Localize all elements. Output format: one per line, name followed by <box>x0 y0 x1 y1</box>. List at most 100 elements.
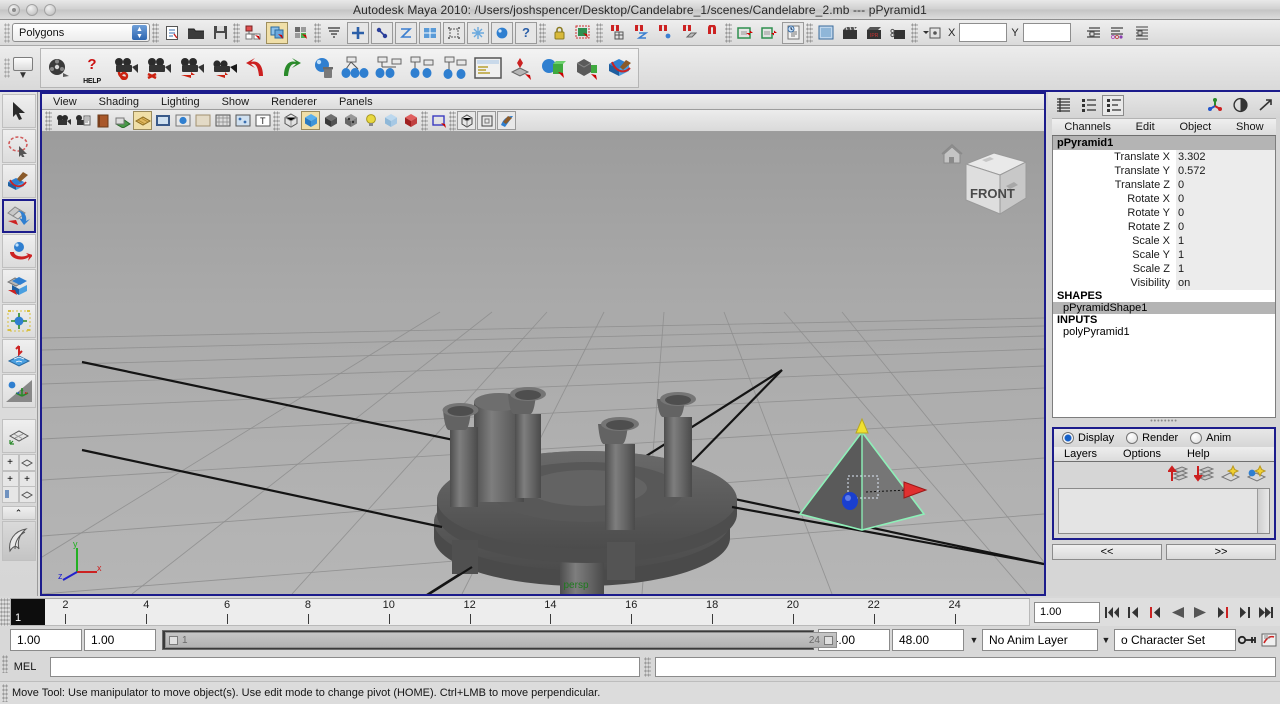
channel-row-scale-y[interactable]: Scale Y 1 <box>1053 248 1275 262</box>
command-input[interactable] <box>50 657 640 677</box>
animation-preferences-icon[interactable] <box>1258 630 1280 650</box>
channels-menu[interactable]: Channels <box>1064 121 1110 133</box>
viewport-toolbar-gripper[interactable] <box>45 110 52 131</box>
channel-box-combined-icon[interactable] <box>1102 94 1124 116</box>
command-line-gripper[interactable] <box>2 655 8 673</box>
object-menu[interactable]: Object <box>1179 121 1211 133</box>
smooth-shade-all-icon[interactable] <box>301 111 320 130</box>
panel-splitter[interactable]: •••••••• <box>1048 418 1280 427</box>
input-connections-icon[interactable] <box>734 22 756 44</box>
hardware-texturing-icon[interactable] <box>401 111 420 130</box>
viewport-menu-show[interactable]: Show <box>211 96 261 108</box>
field-chart-icon[interactable] <box>213 111 232 130</box>
snap-to-plane-icon[interactable] <box>677 22 699 44</box>
scale-tool[interactable] <box>1 269 36 303</box>
surfaces-mask-icon[interactable] <box>419 21 441 44</box>
render-settings-icon[interactable]: IPR <box>863 22 885 44</box>
camera-delete-icon[interactable] <box>142 51 174 85</box>
persp-outliner-layout[interactable] <box>18 454 36 471</box>
image-plane-icon[interactable] <box>113 111 132 130</box>
range-slider-handle-area[interactable]: 1 24 <box>165 632 837 648</box>
zoom-window-button[interactable] <box>44 4 56 16</box>
viewport-menu-lighting[interactable]: Lighting <box>150 96 211 108</box>
chevron-updown-icon[interactable]: ▲ ▼ <box>132 25 147 40</box>
handle-mask-icon[interactable] <box>347 21 369 44</box>
channel-value[interactable]: 0 <box>1176 220 1275 234</box>
shape-node-item[interactable]: pPyramidShape1 <box>1053 302 1275 314</box>
command-line-splitter[interactable] <box>644 657 651 677</box>
snap-to-point-icon[interactable] <box>653 22 675 44</box>
lock-selection-icon[interactable] <box>548 22 570 44</box>
camera-anchor-icon[interactable] <box>109 51 141 85</box>
hierarchy-node-icon[interactable] <box>439 51 471 85</box>
channel-row-scale-z[interactable]: Scale Z 1 <box>1053 262 1275 276</box>
channel-value[interactable]: on <box>1176 276 1275 290</box>
select-camera-icon[interactable] <box>53 111 72 130</box>
command-language-label[interactable]: MEL <box>4 661 46 673</box>
character-set-combo[interactable]: o Character Set <box>1114 629 1236 651</box>
save-scene-icon[interactable] <box>209 22 231 44</box>
show-menu[interactable]: Show <box>1236 121 1264 133</box>
snap-to-grid-icon[interactable] <box>605 22 627 44</box>
channel-value[interactable]: 1 <box>1176 248 1275 262</box>
delete-sphere-icon[interactable] <box>307 51 339 85</box>
camera-playblast-icon[interactable] <box>208 51 240 85</box>
step-forward-frame-button[interactable] <box>1212 602 1232 622</box>
layers-menu[interactable]: Layers <box>1064 448 1097 460</box>
gate-mask-icon[interactable] <box>193 111 212 130</box>
two-d-pan-zoom-icon[interactable] <box>133 111 152 130</box>
open-scene-icon[interactable] <box>185 22 207 44</box>
highlight-selection-icon[interactable] <box>572 22 594 44</box>
select-tool[interactable] <box>1 94 36 128</box>
view-cube[interactable]: FRONT <box>938 138 1034 224</box>
channel-value[interactable]: 0 <box>1176 192 1275 206</box>
range-slider-bar[interactable]: 1 24 <box>162 630 837 650</box>
channel-value[interactable]: 0 <box>1176 178 1275 192</box>
render-globals-icon[interactable] <box>887 22 909 44</box>
command-result-field[interactable] <box>655 657 1276 677</box>
channel-row-rotate-z[interactable]: Rotate Z 0 <box>1053 220 1275 234</box>
channel-row-rotate-x[interactable]: Rotate X 0 <box>1053 192 1275 206</box>
flat-shade-icon[interactable] <box>341 111 360 130</box>
hierarchy-unparent-icon[interactable] <box>406 51 438 85</box>
paint-effects-icon[interactable] <box>497 111 516 130</box>
layer-list[interactable] <box>1058 488 1270 534</box>
shelf-gripper[interactable] <box>4 58 10 78</box>
viewport-menu-view[interactable]: View <box>42 96 88 108</box>
paint-select-tool[interactable] <box>1 164 36 198</box>
minimize-window-button[interactable] <box>26 4 38 16</box>
prev-page-button[interactable]: << <box>1052 544 1162 560</box>
channel-row-rotate-y[interactable]: Rotate Y 0 <box>1053 206 1275 220</box>
viewport-menu-shading[interactable]: Shading <box>88 96 150 108</box>
window-traffic-lights[interactable] <box>8 4 56 16</box>
construction-history-icon[interactable] <box>782 21 804 44</box>
character-set-dropdown-arrow-icon[interactable]: ▼ <box>1098 635 1114 645</box>
next-page-button[interactable]: >> <box>1166 544 1276 560</box>
channel-value[interactable]: 3.302 <box>1176 150 1275 164</box>
y-input[interactable] <box>1022 23 1071 42</box>
channel-row-scale-x[interactable]: Scale X 1 <box>1053 234 1275 248</box>
channel-value[interactable]: 1 <box>1176 234 1275 248</box>
outliner-persp-layout[interactable] <box>1 486 19 503</box>
isolate-select-icon[interactable] <box>457 111 476 130</box>
channel-box-layers-icon[interactable] <box>1077 95 1099 116</box>
chevron-down-icon[interactable]: ▼ <box>18 70 28 80</box>
render-current-frame-icon[interactable] <box>815 22 837 44</box>
curves-mask-icon[interactable] <box>395 21 417 44</box>
show-manipulator-tool[interactable] <box>1 374 36 408</box>
select-by-object-type-icon[interactable] <box>266 21 288 44</box>
playback-start-time-field[interactable]: 1.00 <box>84 629 156 651</box>
help-icon[interactable]: ? HELP <box>76 51 108 86</box>
channel-row-translate-z[interactable]: Translate Z 0 <box>1053 178 1275 192</box>
anim-layer-dropdown-arrow-icon[interactable]: ▼ <box>966 635 982 645</box>
channel-value[interactable]: 0 <box>1176 206 1275 220</box>
output-connections-icon[interactable] <box>758 22 780 44</box>
select-by-hierarchy-icon[interactable] <box>242 22 264 44</box>
options-menu[interactable]: Options <box>1123 448 1161 460</box>
play-backwards-button[interactable] <box>1168 602 1188 622</box>
help-line-gripper[interactable] <box>2 684 8 702</box>
universal-manipulator-tool[interactable] <box>1 304 36 338</box>
film-gate-icon[interactable] <box>153 111 172 130</box>
range-start-handle[interactable] <box>169 635 178 645</box>
numeric-input-fields[interactable]: X Y <box>948 23 1071 42</box>
